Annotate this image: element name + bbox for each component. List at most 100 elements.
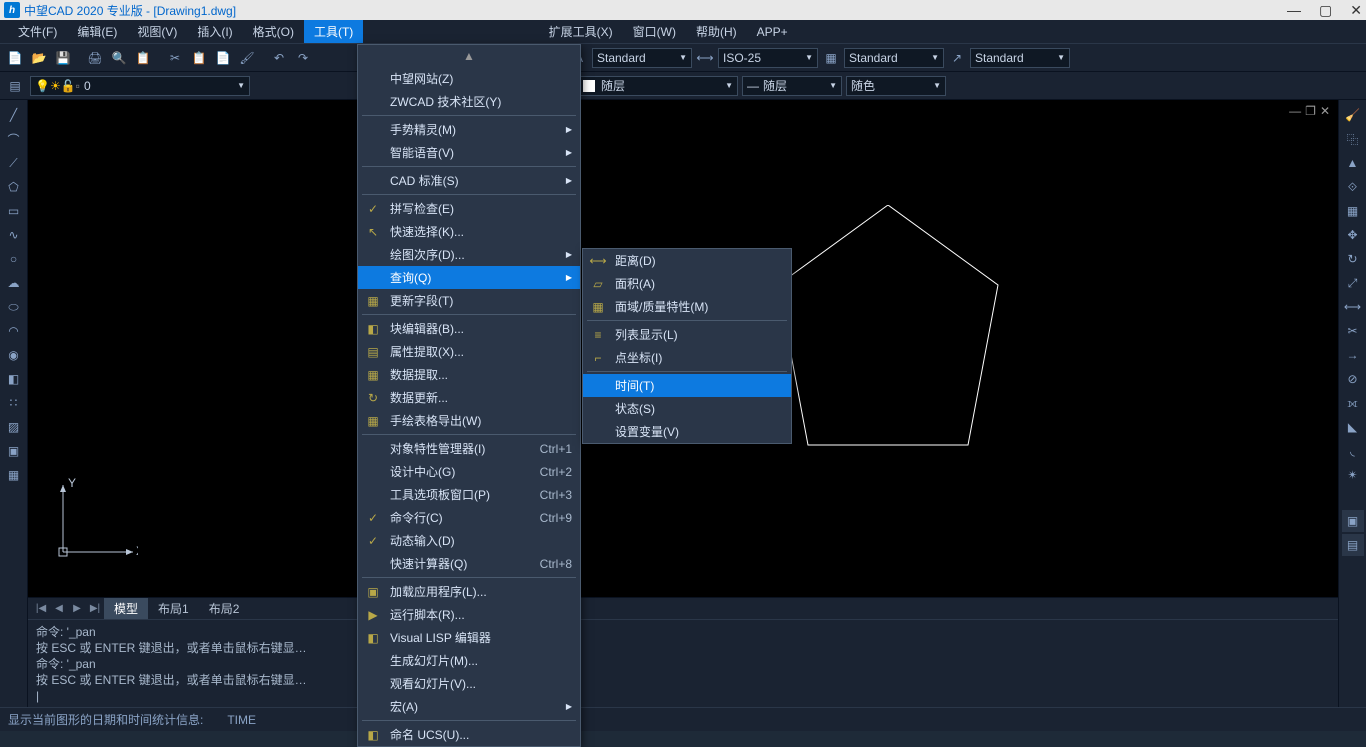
region-icon[interactable]: ▣ — [3, 440, 25, 462]
explode-icon[interactable]: ✴ — [1342, 464, 1364, 486]
menu-tools[interactable]: 工具(T) — [304, 20, 363, 43]
canvas-min-icon[interactable]: — — [1289, 104, 1301, 118]
props-icon[interactable]: ▣ — [1342, 510, 1364, 532]
array-icon[interactable]: ▦ — [1342, 200, 1364, 222]
dropdown-item[interactable]: 手势精灵(M)▶ — [358, 118, 580, 141]
dropdown-item[interactable]: ▤属性提取(X)... — [358, 340, 580, 363]
submenu-item[interactable]: ⌐点坐标(I) — [583, 346, 791, 369]
rotate-icon[interactable]: ↻ — [1342, 248, 1364, 270]
tab-layout1[interactable]: 布局1 — [148, 598, 199, 619]
dropdown-item[interactable]: ◧Visual LISP 编辑器 — [358, 626, 580, 649]
dropdown-item[interactable]: ✓动态输入(D) — [358, 529, 580, 552]
dropdown-item[interactable]: 绘图次序(D)...▶ — [358, 243, 580, 266]
tab-next-icon[interactable]: ▶ — [68, 603, 86, 614]
maximize-button[interactable]: ▢ — [1319, 2, 1332, 19]
point-icon[interactable]: ∷ — [3, 392, 25, 414]
fillet-icon[interactable]: ◟ — [1342, 440, 1364, 462]
print-icon[interactable]: 🖨 — [84, 47, 106, 69]
menu-file[interactable]: 文件(F) — [8, 20, 67, 43]
dropdown-item[interactable]: 设计中心(G)Ctrl+2 — [358, 460, 580, 483]
break-icon[interactable]: ⊘ — [1342, 368, 1364, 390]
stretch-icon[interactable]: ⟷ — [1342, 296, 1364, 318]
color-combo[interactable]: 随层▼ — [578, 76, 738, 96]
copy-icon[interactable]: 📋 — [188, 47, 210, 69]
dropdown-item[interactable]: 工具选项板窗口(P)Ctrl+3 — [358, 483, 580, 506]
move-icon[interactable]: ✥ — [1342, 224, 1364, 246]
tab-model[interactable]: 模型 — [104, 598, 148, 619]
donut-icon[interactable]: ◉ — [3, 344, 25, 366]
close-button[interactable]: ✕ — [1350, 2, 1362, 19]
dropdown-item[interactable]: 生成幻灯片(M)... — [358, 649, 580, 672]
ellipse-icon[interactable]: ⬭ — [3, 296, 25, 318]
layer-combo[interactable]: 💡☀🔓▫ 0▼ — [30, 76, 250, 96]
dropdown-item[interactable]: ↻数据更新... — [358, 386, 580, 409]
dropdown-item[interactable]: CAD 标准(S)▶ — [358, 169, 580, 192]
menu-app[interactable]: APP+ — [747, 22, 798, 42]
offset-icon[interactable]: ⟐ — [1342, 176, 1364, 198]
ellipse-arc-icon[interactable]: ◠ — [3, 320, 25, 342]
scale-icon[interactable]: ⤢ — [1342, 272, 1364, 294]
tab-layout2[interactable]: 布局2 — [199, 598, 250, 619]
canvas-max-icon[interactable]: ❐ — [1305, 104, 1316, 118]
table-icon[interactable]: ▦ — [820, 47, 842, 69]
chamfer-icon[interactable]: ◣ — [1342, 416, 1364, 438]
dropdown-item[interactable]: ▦数据提取... — [358, 363, 580, 386]
dropdown-item[interactable]: ◧块编辑器(B)... — [358, 317, 580, 340]
text-style-combo[interactable]: Standard▼ — [592, 48, 692, 68]
dropdown-item[interactable]: 中望网站(Z) — [358, 67, 580, 90]
menu-ext[interactable]: 扩展工具(X) — [539, 20, 623, 43]
mleader-style-combo[interactable]: Standard▼ — [970, 48, 1070, 68]
submenu-item[interactable]: 设置变量(V) — [583, 420, 791, 443]
spline-icon[interactable]: ∿ — [3, 224, 25, 246]
menu-help[interactable]: 帮助(H) — [686, 20, 747, 43]
dropdown-item[interactable]: 快速计算器(Q)Ctrl+8 — [358, 552, 580, 575]
layers-icon[interactable]: ▤ — [1342, 534, 1364, 556]
trim-icon[interactable]: ✂ — [1342, 320, 1364, 342]
join-icon[interactable]: ⟗ — [1342, 392, 1364, 414]
submenu-item[interactable]: 时间(T) — [583, 374, 791, 397]
block-icon[interactable]: ◧ — [3, 368, 25, 390]
match-icon[interactable]: 🖌 — [236, 47, 258, 69]
dropdown-item[interactable]: 观看幻灯片(V)... — [358, 672, 580, 695]
submenu-item[interactable]: ▱面积(A) — [583, 272, 791, 295]
submenu-item[interactable]: ▦面域/质量特性(M) — [583, 295, 791, 318]
submenu-item[interactable]: 状态(S) — [583, 397, 791, 420]
hatch-icon[interactable]: ▨ — [3, 416, 25, 438]
save-icon[interactable]: 💾 — [52, 47, 74, 69]
menu-window[interactable]: 窗口(W) — [623, 20, 686, 43]
submenu-item[interactable]: ⟷距离(D) — [583, 249, 791, 272]
menu-insert[interactable]: 插入(I) — [187, 20, 242, 43]
undo-icon[interactable]: ↶ — [268, 47, 290, 69]
rectangle-icon[interactable]: ▭ — [3, 200, 25, 222]
erase-icon[interactable]: 🧹 — [1342, 104, 1364, 126]
command-window[interactable]: 命令: '_pan 按 ESC 或 ENTER 键退出，或者单击鼠标右键显… 命… — [28, 619, 1338, 707]
dropdown-item[interactable]: ▦手绘表格导出(W) — [358, 409, 580, 432]
dropdown-item[interactable]: 对象特性管理器(I)Ctrl+1 — [358, 437, 580, 460]
mleader-icon[interactable]: ↗ — [946, 47, 968, 69]
polyline-icon[interactable]: ⟋ — [3, 152, 25, 174]
line-icon[interactable]: ╱ — [3, 104, 25, 126]
dropdown-item[interactable]: ↖快速选择(K)... — [358, 220, 580, 243]
dim-icon[interactable]: ⟷ — [694, 47, 716, 69]
cut-icon[interactable]: ✂ — [164, 47, 186, 69]
menu-edit[interactable]: 编辑(E) — [67, 20, 127, 43]
open-icon[interactable]: 📂 — [28, 47, 50, 69]
tab-prev-icon[interactable]: ◀ — [50, 603, 68, 614]
dropdown-item[interactable]: ◧命名 UCS(U)... — [358, 723, 580, 746]
dropdown-item[interactable]: ▶运行脚本(R)... — [358, 603, 580, 626]
paste-icon[interactable]: 📄 — [212, 47, 234, 69]
polygon-icon[interactable]: ⬠ — [3, 176, 25, 198]
revcloud-icon[interactable]: ☁ — [3, 272, 25, 294]
table-tool-icon[interactable]: ▦ — [3, 464, 25, 486]
submenu-item[interactable]: ≡列表显示(L) — [583, 323, 791, 346]
mirror-icon[interactable]: ▲ — [1342, 152, 1364, 174]
dropdown-item[interactable]: 智能语音(V)▶ — [358, 141, 580, 164]
dropdown-item[interactable]: ZWCAD 技术社区(Y) — [358, 90, 580, 113]
lineweight-combo[interactable]: 随色▼ — [846, 76, 946, 96]
dropdown-item[interactable]: ✓拼写检查(E) — [358, 197, 580, 220]
dropdown-item[interactable]: 查询(Q)▶ — [358, 266, 580, 289]
layer-manager-icon[interactable]: ▤ — [4, 75, 26, 97]
table-style-combo[interactable]: Standard▼ — [844, 48, 944, 68]
publish-icon[interactable]: 📋 — [132, 47, 154, 69]
dropdown-item[interactable]: 宏(A)▶ — [358, 695, 580, 718]
